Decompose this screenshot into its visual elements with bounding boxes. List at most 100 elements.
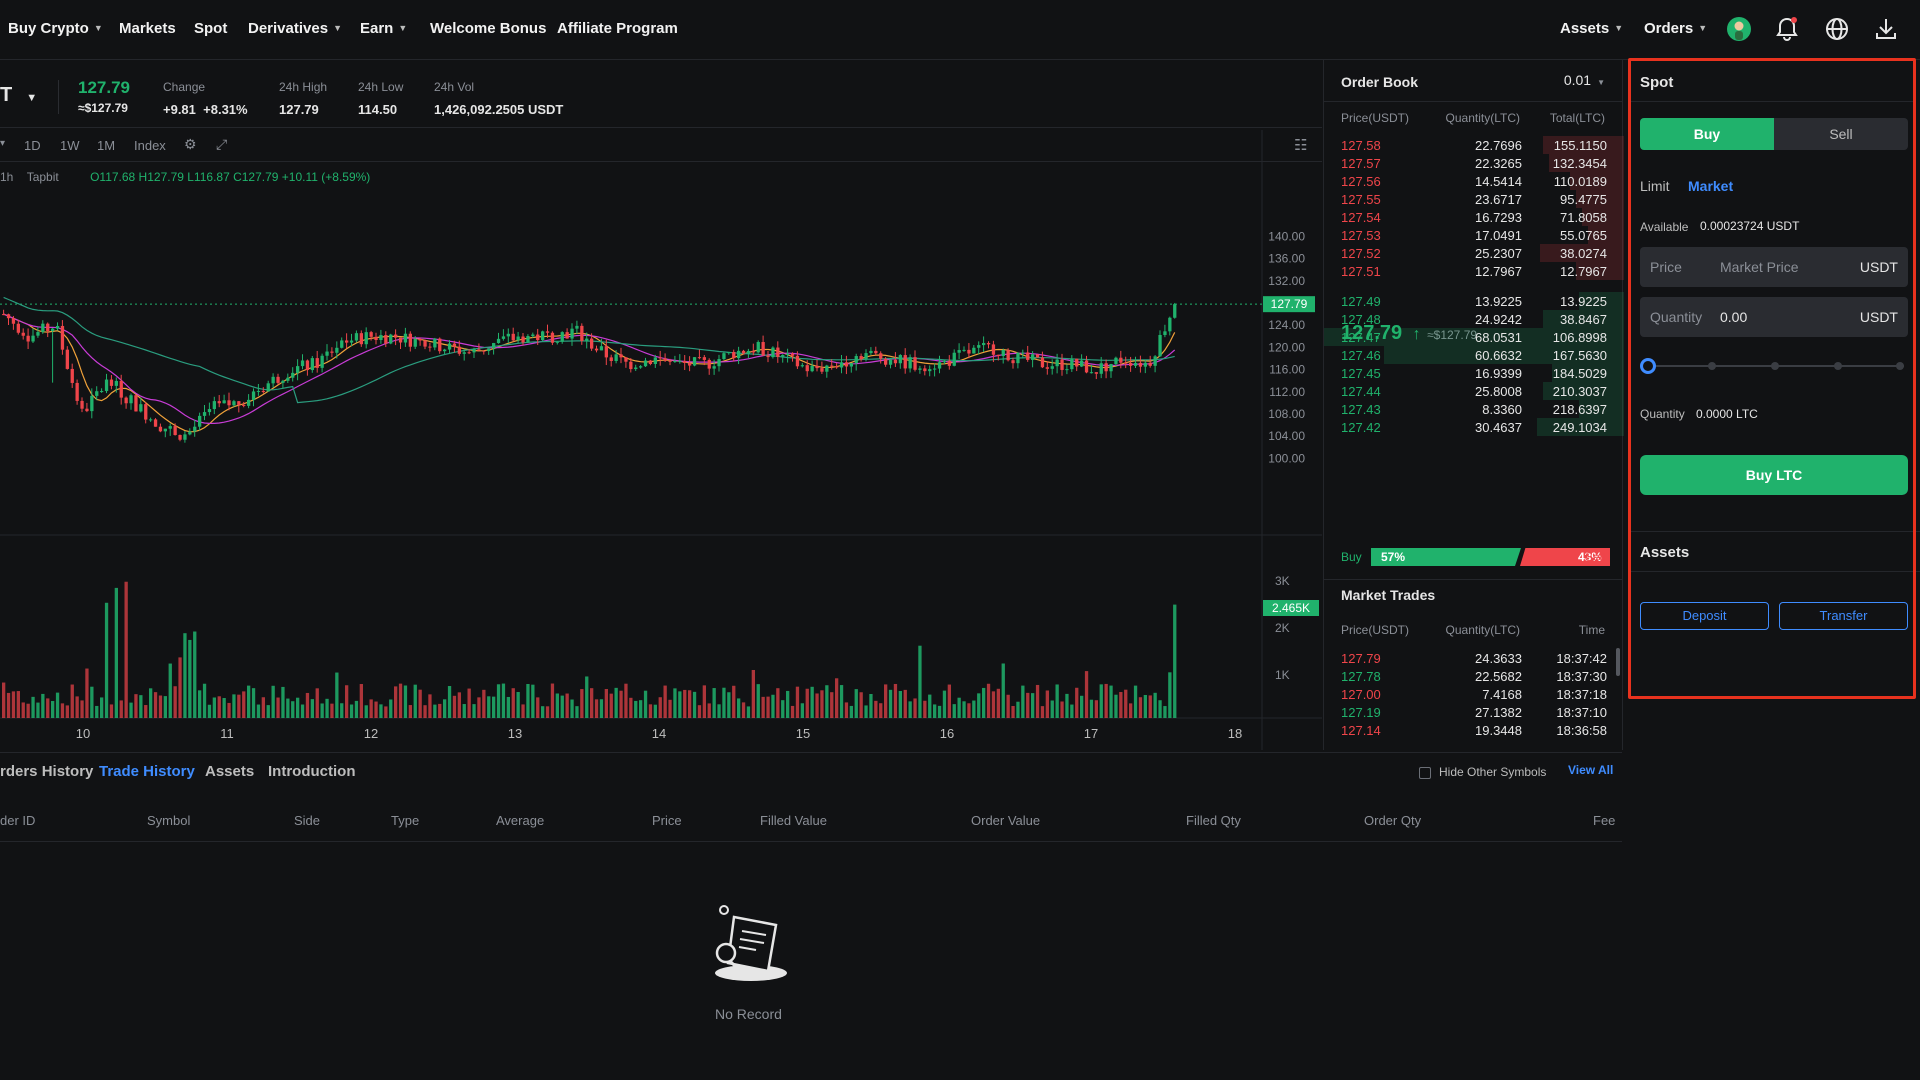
order-type-limit[interactable]: Limit (1640, 178, 1670, 194)
col-order-value: Order Value (971, 813, 1041, 828)
candle-body (501, 336, 506, 339)
order-type-market[interactable]: Market (1688, 178, 1733, 194)
bell-icon[interactable] (1774, 16, 1800, 42)
precision-select[interactable]: 0.01 ▼ (1564, 72, 1605, 88)
candle-body (541, 331, 545, 341)
nav-derivatives[interactable]: Derivatives ▼ (248, 20, 342, 37)
sell-tab[interactable]: Sell (1774, 118, 1908, 150)
ask-row[interactable]: 127.58 22.7696 155.1150 (1324, 136, 1624, 154)
bid-row[interactable]: 127.46 60.6632 167.5630 (1324, 346, 1624, 364)
bid-row[interactable]: 127.49 13.9225 13.9225 (1324, 292, 1624, 310)
buy-ltc-button[interactable]: Buy LTC (1640, 455, 1908, 495)
candle-body (1060, 359, 1064, 370)
bid-total: 218.6397 (1552, 402, 1607, 417)
bid-row[interactable]: 127.42 30.4637 249.1034 (1324, 418, 1624, 436)
download-icon[interactable] (1873, 16, 1899, 42)
tab-introduction[interactable]: Introduction (268, 763, 355, 780)
candle-body (594, 348, 599, 351)
candle-body (345, 340, 349, 343)
bid-price: 127.47 (1341, 330, 1381, 345)
candle-body (291, 372, 295, 378)
slider-stop-25[interactable] (1708, 362, 1716, 370)
col-average: Average (496, 813, 545, 828)
trades-scrollbar[interactable] (1616, 648, 1620, 676)
candle-body (884, 358, 888, 365)
nav-buy-crypto[interactable]: Buy Crypto ▼ (8, 20, 103, 37)
ask-total: 71.8058 (1560, 210, 1607, 225)
volume-bar (957, 697, 961, 718)
ask-row[interactable]: 127.53 17.0491 55.0765 (1324, 226, 1624, 244)
transfer-button[interactable]: Transfer (1779, 602, 1908, 630)
bid-row[interactable]: 127.44 25.8008 210.3037 (1324, 382, 1624, 400)
avatar[interactable] (1726, 16, 1752, 42)
candle-body (761, 342, 765, 356)
hide-other-checkbox[interactable] (1419, 767, 1431, 779)
nav-welcome-bonus[interactable]: Welcome Bonus (430, 20, 546, 37)
ask-price: 127.51 (1341, 264, 1381, 279)
pair-selector[interactable]: T ▼ (0, 84, 37, 107)
col-side: Side (294, 813, 321, 828)
bid-row[interactable]: 127.45 16.9399 184.5029 (1324, 364, 1624, 382)
tab-orders-history[interactable]: rders History (0, 763, 93, 780)
nav-earn[interactable]: Earn ▼ (360, 20, 407, 37)
candle-body (590, 338, 594, 349)
volume-bar (153, 692, 158, 718)
tab-assets[interactable]: Assets (205, 763, 254, 780)
volume-bar (60, 703, 65, 718)
price-chart[interactable]: 140.00136.00132.00128.00124.00120.00116.… (0, 130, 1322, 750)
chevron-down-icon: ▼ (1614, 23, 1624, 33)
slider-stop-75[interactable] (1834, 362, 1842, 370)
ask-qty: 14.5414 (1475, 174, 1522, 189)
quantity-input[interactable]: Quantity 0.00 USDT (1640, 297, 1908, 337)
slider-stop-100[interactable] (1896, 362, 1904, 370)
buy-sell-ratio: Buy 57% 43% Sell (1324, 542, 1622, 572)
mt-header-qty: Quantity(LTC) (1445, 623, 1520, 637)
bid-price: 127.49 (1341, 294, 1381, 309)
volume-bar (1119, 692, 1123, 718)
globe-icon[interactable] (1824, 16, 1850, 42)
tab-trade-history[interactable]: Trade History (99, 763, 195, 780)
low-label: 24h Low (358, 80, 404, 94)
nav-affiliate-program[interactable]: Affiliate Program (557, 20, 678, 37)
ask-row[interactable]: 127.56 14.5414 110.0189 (1324, 172, 1624, 190)
volume-bar (771, 694, 775, 718)
volume-bar (354, 700, 359, 718)
candle-body (46, 323, 50, 332)
pair-name: T (0, 84, 13, 106)
low-block: 24h Low 114.50 (358, 80, 403, 117)
volume-bar (874, 700, 878, 718)
volume-bar (193, 631, 197, 718)
ask-row[interactable]: 127.52 25.2307 38.0274 (1324, 244, 1624, 262)
amount-slider[interactable] (1640, 356, 1910, 376)
deposit-button[interactable]: Deposit (1640, 602, 1769, 630)
ask-row[interactable]: 127.55 23.6717 95.4775 (1324, 190, 1624, 208)
candle-body (967, 349, 971, 354)
ask-row[interactable]: 127.51 12.7967 12.7967 (1324, 262, 1624, 280)
volume-bar (183, 633, 187, 718)
nav-markets[interactable]: Markets (119, 20, 176, 37)
nav-spot[interactable]: Spot (194, 20, 227, 37)
nav-orders[interactable]: Orders ▼ (1644, 20, 1707, 37)
volume-bar (1138, 697, 1143, 718)
bid-row[interactable]: 127.48 24.9242 38.8467 (1324, 310, 1624, 328)
price-input[interactable]: Price Market Price USDT (1640, 247, 1908, 287)
nav-assets[interactable]: Assets ▼ (1560, 20, 1623, 37)
candle-body (516, 336, 520, 341)
volume-bar (310, 699, 314, 718)
slider-handle[interactable] (1640, 358, 1656, 374)
chart-canvas[interactable]: 140.00136.00132.00128.00124.00120.00116.… (0, 130, 1322, 750)
ask-row[interactable]: 127.54 16.7293 71.8058 (1324, 208, 1624, 226)
candle-body (251, 391, 256, 400)
buy-tab[interactable]: Buy (1640, 118, 1774, 150)
y-tick-label: 108.00 (1268, 407, 1305, 421)
slider-stop-50[interactable] (1771, 362, 1779, 370)
bid-row[interactable]: 127.47 68.0531 106.8998 (1324, 328, 1624, 346)
volume-bar (923, 700, 927, 718)
volume-bar (986, 683, 991, 718)
ask-row[interactable]: 127.57 22.3265 132.3454 (1324, 154, 1624, 172)
view-all-link[interactable]: View All (1568, 763, 1613, 777)
volume-bar (1026, 692, 1030, 718)
bid-row[interactable]: 127.43 8.3360 218.6397 (1324, 400, 1624, 418)
volume-bar (41, 693, 45, 718)
trade-qty: 27.1382 (1475, 705, 1522, 720)
